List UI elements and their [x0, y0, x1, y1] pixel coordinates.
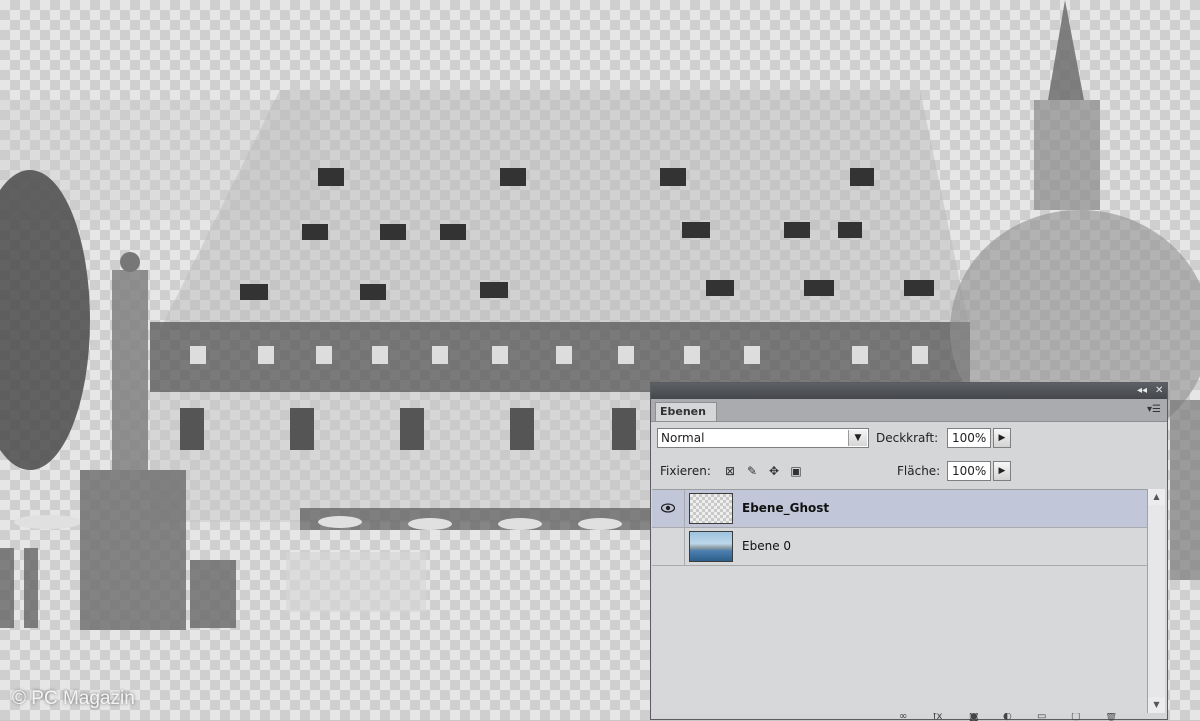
layer-name[interactable]: Ebene_Ghost: [742, 501, 829, 515]
layer-thumbnail: [689, 493, 733, 524]
blend-mode-select[interactable]: Normal ▼: [657, 428, 869, 448]
layers-panel: ◂◂ ✕ Ebenen ▾☰ Normal ▼ Deckkraft: 100% …: [650, 382, 1168, 721]
fill-field[interactable]: 100%: [947, 461, 991, 481]
chevron-down-icon[interactable]: ▼: [848, 430, 867, 446]
visibility-toggle[interactable]: [652, 528, 685, 565]
layer-name[interactable]: Ebene 0: [742, 539, 791, 553]
layer-row-ebene-ghost[interactable]: Ebene_Ghost: [652, 490, 1147, 528]
layers-scrollbar[interactable]: ▲ ▼: [1147, 489, 1165, 713]
layer-row-ebene-0[interactable]: Ebene 0: [652, 528, 1147, 566]
panel-tabstrip: Ebenen ▾☰: [651, 399, 1167, 422]
lock-move-icon[interactable]: ✥: [767, 464, 781, 478]
lock-label: Fixieren:: [660, 464, 711, 478]
visibility-toggle[interactable]: [652, 490, 685, 527]
tab-ebenen[interactable]: Ebenen: [655, 402, 717, 421]
opacity-label: Deckkraft:: [876, 431, 939, 445]
fill-label: Fläche:: [897, 464, 941, 478]
opacity-field[interactable]: 100%: [947, 428, 991, 448]
lock-all-icon[interactable]: ▣: [789, 464, 803, 478]
double-chevron-icon[interactable]: ◂◂: [1137, 384, 1147, 398]
scroll-up-icon[interactable]: ▲: [1148, 489, 1165, 505]
opacity-slider-button[interactable]: ▶: [993, 428, 1011, 448]
eye-icon: [661, 503, 675, 513]
blend-opacity-row: Normal ▼ Deckkraft: 100% ▶: [657, 427, 1162, 451]
blend-mode-value: Normal: [661, 431, 705, 445]
watermark: © PC Magazin: [12, 688, 135, 709]
panel-menu-icon[interactable]: ▾☰: [1147, 404, 1161, 416]
layers-list: Ebene_Ghost Ebene 0: [652, 489, 1147, 714]
lock-transparency-icon[interactable]: ⊠: [723, 464, 737, 478]
panel-titlebar: ◂◂ ✕: [651, 383, 1167, 399]
lock-brush-icon[interactable]: ✎: [745, 464, 759, 478]
lock-fill-row: Fixieren: ⊠ ✎ ✥ ▣ Fläche: 100% ▶: [657, 461, 1162, 485]
fill-slider-button[interactable]: ▶: [993, 461, 1011, 481]
layer-thumbnail: [689, 531, 733, 562]
scroll-down-icon[interactable]: ▼: [1148, 697, 1165, 713]
close-icon[interactable]: ✕: [1155, 384, 1163, 398]
